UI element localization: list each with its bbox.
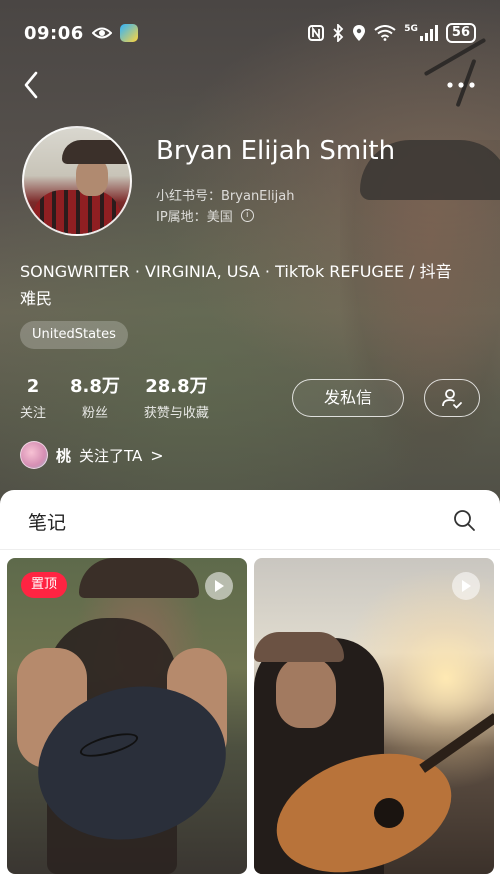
mutual-follow-row[interactable]: 桃 关注了TA > (20, 441, 164, 469)
stat-value: 8.8万 (70, 376, 120, 397)
notes-section: 笔记 置顶 (0, 490, 500, 874)
avatar-hat (62, 140, 130, 164)
location-icon (353, 25, 366, 41)
follow-status-button[interactable] (424, 379, 480, 417)
stat-value: 28.8万 (145, 376, 208, 397)
play-icon (205, 572, 233, 600)
signal-icon (419, 25, 438, 41)
status-time: 09:06 (24, 22, 84, 44)
stat-following[interactable]: 2 关注 (20, 375, 46, 421)
stat-label: 获赞与收藏 (143, 406, 209, 421)
nfc-icon (308, 25, 325, 41)
send-message-button[interactable]: 发私信 (292, 379, 404, 417)
profile-bio: SONGWRITER · VIRGINIA, USA · TikTok REFU… (20, 258, 480, 312)
stat-likes-collections[interactable]: 28.8万 获赞与收藏 (144, 375, 209, 421)
back-button[interactable] (18, 68, 48, 102)
battery-indicator: 56 (445, 23, 476, 43)
pinned-badge: 置顶 (21, 572, 68, 598)
network-type: 5G (404, 24, 418, 34)
profile-stats: 2 关注 8.8万 粉丝 28.8万 获赞与收藏 (20, 375, 209, 421)
avatar-shirt (32, 190, 122, 234)
eye-icon (91, 27, 112, 39)
wifi-icon (374, 25, 396, 41)
mutual-avatar (20, 441, 48, 469)
mutual-name: 桃 (56, 446, 72, 465)
more-options-button[interactable] (444, 72, 478, 98)
search-icon (454, 510, 475, 531)
ip-location-value: 美国 (206, 210, 233, 225)
profile-name: Bryan Elijah Smith (156, 136, 396, 166)
card-thumbnail-guitar-neck (419, 713, 494, 773)
user-check-icon (442, 389, 462, 409)
note-card[interactable]: 置顶 (7, 558, 247, 874)
stat-value: 2 (26, 376, 40, 397)
app-notification-icon (119, 24, 138, 42)
xhs-id-label: 小红书号： (156, 189, 222, 204)
xhs-id-line: 小红书号：BryanElijah (156, 185, 294, 204)
ip-location-line: IP属地：美国 i (156, 206, 254, 225)
tab-notes[interactable]: 笔记 (28, 508, 66, 535)
stat-label: 粉丝 (81, 406, 108, 421)
status-bar: 09:06 5G 56 (0, 0, 500, 66)
chevron-right-icon: > (150, 445, 164, 465)
play-icon (452, 572, 480, 600)
search-button[interactable] (452, 508, 476, 532)
ip-label: IP属地： (156, 210, 207, 225)
note-card[interactable] (254, 558, 494, 874)
chevron-left-icon (24, 71, 38, 99)
bluetooth-icon (333, 24, 344, 42)
card-thumbnail-guitar-hole (374, 798, 404, 828)
stat-label: 关注 (20, 406, 47, 421)
nav-bar (0, 66, 500, 106)
mutual-text: 关注了TA (79, 446, 143, 465)
card-thumbnail-face (276, 658, 336, 728)
card-thumbnail-hat (254, 632, 344, 662)
bio-line: SONGWRITER · VIRGINIA, USA · TikTok REFU… (20, 262, 452, 281)
location-tag[interactable]: UnitedStates (20, 321, 128, 349)
info-icon[interactable]: i (240, 209, 254, 222)
xhs-id-value: BryanElijah (221, 189, 295, 204)
avatar[interactable] (22, 126, 132, 236)
bio-line: 难民 (20, 289, 53, 308)
card-thumbnail-hat (79, 558, 199, 598)
notes-header: 笔记 (0, 490, 500, 550)
stat-followers[interactable]: 8.8万 粉丝 (70, 375, 120, 421)
ellipsis-icon (447, 82, 475, 88)
